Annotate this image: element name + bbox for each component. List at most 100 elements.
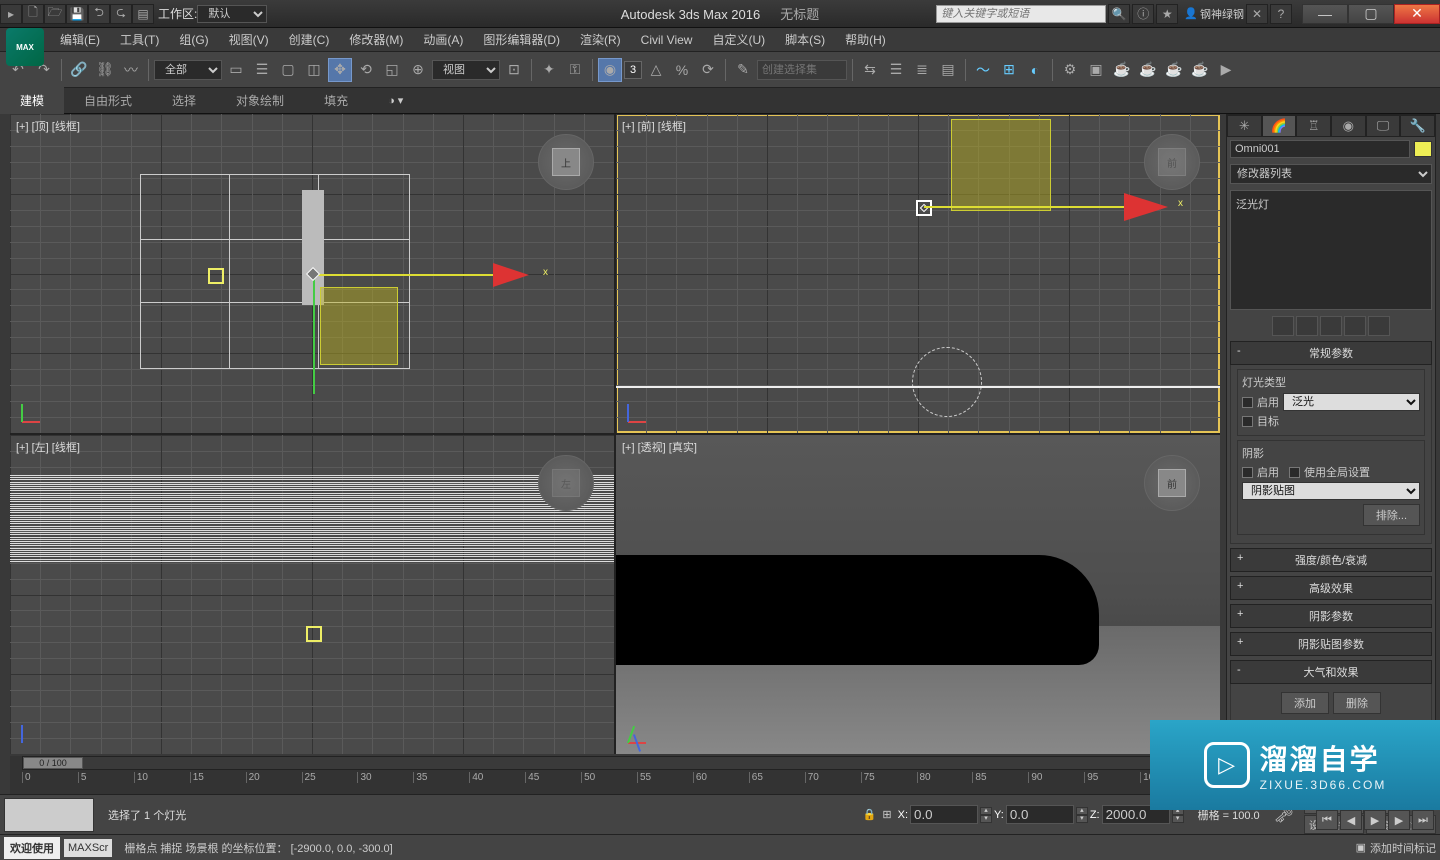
time-slider[interactable]: 0 / 100 (22, 756, 1196, 770)
unique-icon[interactable] (1320, 316, 1342, 336)
tab-display-icon[interactable]: 🖵 (1366, 115, 1401, 137)
menu-edit[interactable]: 编辑(E) (50, 27, 110, 52)
enable-checkbox[interactable] (1242, 397, 1253, 408)
ribbon-tab-populate[interactable]: 填充 (304, 87, 368, 114)
angle-snap-icon[interactable]: △ (644, 58, 668, 82)
new-icon[interactable]: 🗋 (22, 4, 44, 24)
target-checkbox[interactable] (1242, 416, 1253, 427)
workspace-select[interactable]: 默认 (197, 5, 267, 23)
align-icon[interactable]: ☰ (884, 58, 908, 82)
rollout-shadow-params[interactable]: +阴影参数 (1230, 604, 1432, 628)
remove-mod-icon[interactable] (1344, 316, 1366, 336)
shadow-enable-checkbox[interactable] (1242, 467, 1253, 478)
render-frame-icon[interactable]: ▣ (1084, 58, 1108, 82)
window-minimize-button[interactable]: — (1302, 4, 1348, 24)
shadow-type-select[interactable]: 阴影贴图 (1242, 482, 1420, 500)
rollout-shadowmap[interactable]: +阴影贴图参数 (1230, 632, 1432, 656)
window-maximize-button[interactable]: ▢ (1348, 4, 1394, 24)
rollout-intensity[interactable]: +强度/颜色/衰减 (1230, 548, 1432, 572)
window-close-button[interactable]: ✕ (1394, 4, 1440, 24)
lock-icon[interactable]: 🔒 (863, 808, 877, 821)
selection-filter-select[interactable]: 全部 (154, 60, 222, 80)
menu-create[interactable]: 创建(C) (279, 27, 340, 52)
object-name-input[interactable] (1230, 140, 1410, 158)
menu-grapheditor[interactable]: 图形编辑器(D) (473, 27, 570, 52)
search-input[interactable] (936, 5, 1106, 23)
viewport-front[interactable]: [+] [前] [线框] x 前 (616, 114, 1220, 433)
unlink-icon[interactable]: ⛓ (93, 58, 117, 82)
bind-icon[interactable]: 〰 (119, 58, 143, 82)
viewport-top-label[interactable]: [+] [顶] [线框] (16, 118, 80, 134)
save-icon[interactable]: 💾 (66, 4, 88, 24)
modifier-list-select[interactable]: 修改器列表 (1230, 164, 1432, 184)
config-icon[interactable] (1368, 316, 1390, 336)
infocenter-icon[interactable]: ⓘ (1132, 4, 1154, 24)
star-icon[interactable]: ★ (1156, 4, 1178, 24)
viewport-perspective[interactable]: [+] [透视] [真实] 前 (616, 435, 1220, 754)
keymode-icon[interactable]: ⚿ (563, 58, 587, 82)
teapot1-icon[interactable]: ☕ (1110, 58, 1134, 82)
add-time-tag[interactable]: 添加时间标记 (1370, 840, 1436, 856)
menu-render[interactable]: 渲染(R) (570, 27, 631, 52)
menu-view[interactable]: 视图(V) (219, 27, 279, 52)
x-input[interactable] (910, 805, 978, 824)
scale-icon[interactable]: ◱ (380, 58, 404, 82)
ribbon-tab-freeform[interactable]: 自由形式 (64, 87, 152, 114)
teapot3-icon[interactable]: ☕ (1162, 58, 1186, 82)
tab-hierarchy-icon[interactable]: ♖ (1296, 115, 1331, 137)
material-editor-icon[interactable]: ◐ (1023, 58, 1047, 82)
play-icon[interactable]: ▶ (1364, 810, 1386, 830)
prev-frame-icon[interactable]: ◀ (1340, 810, 1362, 830)
maxscript-label[interactable]: MAXScr (64, 839, 112, 857)
redo-dd-icon[interactable]: ⮎ (110, 4, 132, 24)
ribbon-tab-paint[interactable]: 对象绘制 (216, 87, 304, 114)
ribbon-collapse-icon[interactable]: ◑ ▾ (378, 90, 413, 111)
next-frame-icon[interactable]: ▶ (1388, 810, 1410, 830)
ribbon-tab-selection[interactable]: 选择 (152, 87, 216, 114)
ref-coord-select[interactable]: 视图 (432, 60, 500, 80)
undo-dd-icon[interactable]: ⮌ (88, 4, 110, 24)
link-icon[interactable]: 🔗 (67, 58, 91, 82)
ribbon-icon[interactable]: ▤ (936, 58, 960, 82)
viewcube-persp[interactable]: 前 (1144, 455, 1200, 511)
teapot4-icon[interactable]: ☕ (1188, 58, 1212, 82)
rotate-icon[interactable]: ⟲ (354, 58, 378, 82)
y-spinner-up[interactable]: ▴ (1076, 807, 1088, 815)
menu-help[interactable]: 帮助(H) (835, 27, 896, 52)
spinner-snap-icon[interactable]: ⟳ (696, 58, 720, 82)
placement-icon[interactable]: ⊕ (406, 58, 430, 82)
goto-start-icon[interactable]: ⏮ (1316, 810, 1338, 830)
open-icon[interactable]: 🗁 (44, 4, 66, 24)
manip-icon[interactable]: ✦ (537, 58, 561, 82)
object-color-swatch[interactable] (1414, 141, 1432, 157)
viewport-left[interactable]: [+] [左] [线框] 左 (10, 435, 614, 754)
menu-animation[interactable]: 动画(A) (413, 27, 473, 52)
rollout-advanced[interactable]: +高级效果 (1230, 576, 1432, 600)
modifier-stack[interactable]: 泛光灯 (1230, 190, 1432, 310)
viewcube-front[interactable]: 前 (1144, 134, 1200, 190)
abs-rel-icon[interactable]: ⊞ (882, 808, 891, 821)
rect-region-icon[interactable]: ▢ (276, 58, 300, 82)
menu-script[interactable]: 脚本(S) (775, 27, 835, 52)
tab-utilities-icon[interactable]: 🔧 (1400, 115, 1435, 137)
move-icon[interactable]: ✥ (328, 58, 352, 82)
viewport-top[interactable]: [+] [顶] [线框] x 上 (10, 114, 614, 433)
tab-motion-icon[interactable]: ◉ (1331, 115, 1366, 137)
app-logo[interactable]: MAX (6, 28, 44, 66)
exchange-icon[interactable]: ✕ (1246, 4, 1268, 24)
window-crossing-icon[interactable]: ◫ (302, 58, 326, 82)
viewcube-top[interactable]: 上 (538, 134, 594, 190)
exclude-button[interactable]: 排除... (1363, 504, 1420, 526)
render-setup-icon[interactable]: ⚙ (1058, 58, 1082, 82)
time-tag-icon[interactable]: ▣ (1356, 841, 1366, 854)
omni-light-gizmo-left[interactable] (306, 626, 322, 642)
delete-button[interactable]: 删除 (1333, 692, 1381, 714)
x-spinner-up[interactable]: ▴ (980, 807, 992, 815)
menu-modifier[interactable]: 修改器(M) (339, 27, 413, 52)
help-icon[interactable]: ? (1270, 4, 1292, 24)
global-checkbox[interactable] (1289, 467, 1300, 478)
viewport-persp-label[interactable]: [+] [透视] [真实] (622, 439, 697, 455)
mini-listener[interactable] (4, 798, 94, 832)
select-name-icon[interactable]: ☰ (250, 58, 274, 82)
wheel-object[interactable] (912, 347, 982, 417)
